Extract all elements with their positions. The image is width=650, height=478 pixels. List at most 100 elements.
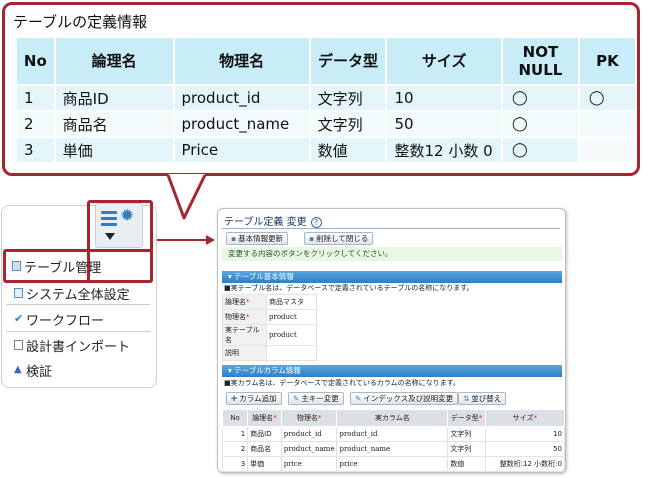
delete-close-button[interactable]: ▪ 削除して閉じる — [304, 232, 374, 245]
sidebar-item-workflow[interactable]: ✔ ワークフロー — [14, 309, 104, 329]
cell-size: 整数桁:12 小数桁:0 — [484, 456, 565, 472]
divider — [6, 331, 150, 332]
key-icon: ✎ — [293, 394, 300, 403]
cell-logical: 商品名 — [53, 110, 175, 138]
document-icon — [14, 340, 23, 350]
index-change-button[interactable]: ✎ インデックス及び説明変更 — [350, 392, 459, 405]
check-icon: ✔ — [14, 312, 24, 325]
screen-title: テーブル定義 変更? — [224, 213, 322, 228]
field-label: 論理名* — [222, 294, 267, 310]
sort-icon: ⇅ — [463, 394, 470, 403]
cell-physical: product_name — [172, 110, 311, 138]
divider — [6, 304, 150, 305]
add-column-button[interactable]: ✚ カラム追加 — [226, 392, 282, 405]
cell-pk — [577, 136, 638, 164]
description-field[interactable] — [266, 345, 317, 361]
sidebar-item-label: ワークフロー — [26, 313, 105, 329]
sidebar-item-label: テーブル管理 — [24, 260, 102, 276]
cell-not-null: ◯ — [500, 84, 580, 112]
divider — [222, 228, 560, 229]
cell-type: 文字列 — [447, 426, 486, 442]
cell-physical: product_id — [280, 426, 338, 442]
basic-note: ■実テーブル名は、データベースで定義されているテーブルの名称になります。 — [224, 284, 474, 292]
table-row: 2 商品名 product_name 文字列 50 ◯ — [15, 110, 638, 138]
cell-logical: 商品名 — [247, 441, 282, 457]
col-no: No — [221, 409, 249, 427]
cell-physical: product_name — [280, 441, 338, 457]
cell-no: 2 — [15, 110, 56, 138]
cell-size: 10 — [484, 426, 565, 442]
cell-no: 3 — [15, 136, 56, 164]
column-table: No 論理名* 物理名* 実カラム名 データ型* サイズ* 1 商品ID pro… — [221, 409, 565, 472]
cell-no: 1 — [15, 84, 56, 112]
column-note: ■実カラム名は、データベースで定義されているカラムの名称になります。 — [224, 379, 460, 387]
sidebar-item-label: システム全体設定 — [26, 287, 130, 303]
physical-name-field[interactable]: product — [266, 309, 317, 325]
table-icon — [12, 261, 21, 271]
cell-type: 数値 — [308, 136, 388, 164]
cell-real: price — [336, 456, 449, 472]
edit-icon: ✎ — [355, 394, 362, 403]
definition-table: No 論理名 物理名 データ型 サイズ NOT NULL PK 1 商品ID p… — [15, 36, 638, 164]
col-physical: 物理名 — [172, 36, 311, 86]
cell-no: 2 — [221, 441, 249, 457]
help-icon[interactable]: ? — [310, 217, 322, 228]
primary-key-change-button[interactable]: ✎ 主キー変更 — [288, 392, 344, 405]
cell-physical: price — [280, 456, 338, 472]
cell-type: 文字列 — [308, 110, 388, 138]
col-logical: 論理名 — [53, 36, 175, 86]
sidebar-item-verify[interactable]: ▲ 検証 — [14, 360, 52, 380]
cell-real: product_name — [336, 441, 449, 457]
cell-logical: 商品ID — [53, 84, 175, 112]
cell-pk: ◯ — [577, 84, 638, 112]
reorder-button[interactable]: ⇅ 並び替え — [458, 392, 507, 405]
basic-info-form: 論理名* 商品マスタ 物理名* product 実テーブル名 product 説… — [222, 294, 317, 361]
cell-no: 1 — [221, 426, 249, 442]
callout-title: テーブルの定義情報 — [13, 13, 148, 31]
logical-name-field[interactable]: 商品マスタ — [266, 294, 317, 310]
field-label: 説明 — [222, 345, 267, 361]
basic-info-update-button[interactable]: ▪ 基本情報更新 — [226, 232, 289, 245]
table-row[interactable]: 3 単価 price price 数値 整数桁:12 小数桁:0 — [221, 456, 565, 472]
col-real: 実カラム名 — [336, 409, 449, 427]
save-icon: ▪ — [231, 234, 237, 243]
col-not-null: NOT NULL — [500, 36, 580, 86]
cell-logical: 単価 — [247, 456, 282, 472]
col-size: サイズ — [385, 36, 503, 86]
sidebar-item-label: 設計書インポート — [26, 339, 131, 355]
cell-physical: product_id — [172, 84, 311, 112]
sidebar-item-table-management[interactable]: テーブル管理 — [12, 256, 101, 276]
cell-size: 50 — [484, 441, 565, 457]
table-row[interactable]: 2 商品名 product_name product_name 文字列 50 — [221, 441, 565, 457]
cell-real: product_id — [336, 426, 449, 442]
col-type: データ型 — [308, 36, 388, 86]
cell-size: 10 — [385, 84, 503, 112]
pointer-arrow-head — [206, 235, 215, 245]
col-type: データ型* — [447, 409, 486, 427]
cell-not-null: ◯ — [500, 136, 580, 164]
cell-size: 50 — [385, 110, 503, 138]
add-icon: ✚ — [231, 394, 238, 403]
cell-logical: 単価 — [53, 136, 175, 164]
cell-pk — [577, 110, 638, 138]
settings-icon — [14, 288, 23, 298]
cell-not-null: ◯ — [500, 110, 580, 138]
col-logical: 論理名* — [247, 409, 282, 427]
table-row[interactable]: 1 商品ID product_id product_id 文字列 10 — [221, 426, 565, 442]
col-no: No — [15, 36, 56, 86]
field-label: 実テーブル名 — [222, 324, 267, 346]
cell-type: 文字列 — [308, 84, 388, 112]
sidebar-item-design-import[interactable]: 設計書インポート — [14, 335, 130, 355]
sidebar-item-label: 検証 — [26, 364, 53, 380]
cell-physical: Price — [172, 136, 311, 164]
cell-type: 文字列 — [447, 441, 486, 457]
delete-icon: ▪ — [309, 234, 315, 243]
field-label: 物理名* — [222, 309, 267, 325]
col-pk: PK — [577, 36, 638, 86]
real-table-name-field: product — [266, 324, 317, 346]
sidebar-item-system-settings[interactable]: システム全体設定 — [14, 283, 130, 303]
definition-callout: テーブルの定義情報 No 論理名 物理名 データ型 サイズ NOT NULL P… — [2, 2, 640, 176]
section-header-columns[interactable]: ▾ テーブルカラム情報 — [222, 365, 562, 377]
col-physical: 物理名* — [280, 409, 338, 427]
section-header-basic[interactable]: ▾ テーブル基本情報 — [222, 271, 562, 283]
